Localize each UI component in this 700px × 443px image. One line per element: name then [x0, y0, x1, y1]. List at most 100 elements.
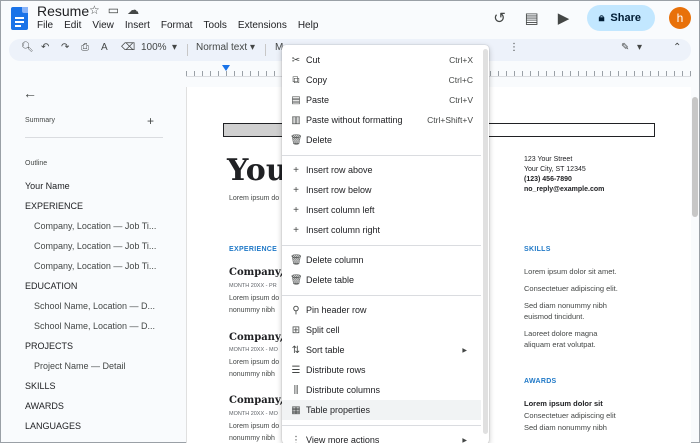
- move-folder-icon[interactable]: ▭: [108, 3, 119, 17]
- menu-item-cut[interactable]: ✂ Cut Ctrl+X: [282, 50, 481, 70]
- job-dates[interactable]: MONTH 20XX - MO: [229, 411, 278, 417]
- job-dates[interactable]: MONTH 20XX - MO: [229, 347, 278, 353]
- skill-line[interactable]: aliquam erat volutpat.: [524, 340, 664, 350]
- document-title[interactable]: Resume: [37, 3, 89, 19]
- address-line[interactable]: 123 Your Street: [524, 155, 572, 165]
- menu-item-insert-col-left[interactable]: + Insert column left: [282, 200, 481, 220]
- print-icon[interactable]: ⎙: [81, 42, 89, 53]
- outline-item[interactable]: Your Name: [25, 181, 70, 191]
- phone[interactable]: (123) 456-7890: [524, 175, 572, 185]
- job-desc-line[interactable]: nonummy nibh: [229, 305, 289, 316]
- outline-item[interactable]: EDUCATION: [25, 281, 77, 291]
- top-right-actions: ↺ ▤ ▶ 🔒︎ Share h: [491, 5, 691, 31]
- outline-item[interactable]: AWARDS: [25, 401, 64, 411]
- menu-file[interactable]: File: [37, 20, 53, 31]
- address-line[interactable]: Your City, ST 12345: [524, 165, 586, 175]
- menu-item-view-more-actions[interactable]: ⋮ View more actions ▶: [282, 430, 481, 443]
- skill-line[interactable]: Laoreet dolore magna: [524, 329, 664, 339]
- job-desc-line[interactable]: Lorem ipsum do: [229, 293, 289, 304]
- undo-icon[interactable]: ↶: [41, 42, 49, 53]
- menu-item-delete[interactable]: 🗑︎ Delete: [282, 130, 481, 150]
- style-select[interactable]: Normal text: [196, 42, 247, 53]
- collapse-toolbar-icon[interactable]: ⌃: [673, 42, 681, 53]
- menu-item-distribute-columns[interactable]: ⫼ Distribute columns: [282, 380, 481, 400]
- outline-item[interactable]: Project Name — Detail: [34, 361, 126, 371]
- history-icon[interactable]: ↺: [491, 9, 509, 27]
- menu-item-table-properties[interactable]: ▦ Table properties: [282, 400, 481, 420]
- job-desc-line[interactable]: nonummy nibh: [229, 433, 289, 443]
- skill-line[interactable]: Consectetuer adipiscing elit.: [524, 284, 664, 294]
- cell-selection: [224, 124, 284, 136]
- paint-format-icon[interactable]: ⌫: [121, 42, 135, 53]
- outline-item[interactable]: LANGUAGES: [25, 421, 81, 431]
- menu-item-distribute-rows[interactable]: ☰ Distribute rows: [282, 360, 481, 380]
- skills-heading[interactable]: SKILLS: [524, 246, 551, 253]
- menu-item-insert-row-above[interactable]: + Insert row above: [282, 160, 481, 180]
- skill-line[interactable]: euismod tincidunt.: [524, 312, 664, 322]
- awards-heading[interactable]: AWARDS: [524, 378, 557, 385]
- back-arrow-icon[interactable]: ←: [23, 85, 37, 101]
- outline-item[interactable]: Company, Location — Job Ti...: [34, 261, 156, 271]
- cloud-saved-icon[interactable]: ☁: [127, 3, 139, 17]
- plus-icon: +: [293, 164, 299, 176]
- job-desc-line[interactable]: Lorem ipsum do: [229, 357, 289, 368]
- award-line[interactable]: Sed diam nonummy nibh: [524, 423, 664, 433]
- menu-scrollbar[interactable]: [483, 49, 488, 434]
- more-options-icon[interactable]: ⋮: [509, 42, 519, 53]
- menu-insert[interactable]: Insert: [125, 20, 150, 31]
- context-menu: ✂ Cut Ctrl+X ⧉ Copy Ctrl+C ▤ Paste Ctrl+…: [282, 45, 489, 443]
- star-icon[interactable]: ☆: [89, 3, 100, 17]
- menu-divider: [282, 155, 481, 156]
- menu-item-label: Insert row below: [306, 185, 372, 195]
- zoom-select[interactable]: 100%: [141, 42, 167, 53]
- page-scrollbar[interactable]: [691, 77, 699, 439]
- skill-line[interactable]: Lorem ipsum dolor sit amet.: [524, 267, 664, 277]
- edit-mode-icon[interactable]: ✎: [621, 42, 629, 53]
- docs-logo-icon[interactable]: [11, 7, 28, 30]
- experience-heading[interactable]: EXPERIENCE: [229, 246, 277, 253]
- job-dates[interactable]: MONTH 20XX - PR: [229, 283, 277, 289]
- outline-item[interactable]: EXPERIENCE: [25, 201, 83, 211]
- menu-item-label: View more actions: [306, 435, 380, 443]
- outline-item[interactable]: School Name, Location — D...: [34, 321, 155, 331]
- avatar[interactable]: h: [669, 7, 691, 29]
- menu-edit[interactable]: Edit: [64, 20, 81, 31]
- menu-item-split-cell[interactable]: ⊞ Split cell: [282, 320, 481, 340]
- search-menus-icon[interactable]: 🔍︎: [21, 42, 34, 53]
- skill-line[interactable]: Sed diam nonummy nibh: [524, 301, 664, 311]
- menu-item-insert-col-right[interactable]: + Insert column right: [282, 220, 481, 240]
- menu-tools[interactable]: Tools: [204, 20, 227, 31]
- outline-item[interactable]: PROJECTS: [25, 341, 73, 351]
- share-button[interactable]: 🔒︎ Share: [586, 5, 655, 31]
- menu-format[interactable]: Format: [161, 20, 193, 31]
- menu-view[interactable]: View: [92, 20, 114, 31]
- menu-item-copy[interactable]: ⧉ Copy Ctrl+C: [282, 70, 481, 90]
- spellcheck-icon[interactable]: A: [101, 42, 108, 53]
- menu-item-paste[interactable]: ▤ Paste Ctrl+V: [282, 90, 481, 110]
- job-desc-line[interactable]: Lorem ipsum do: [229, 421, 289, 432]
- job-desc-line[interactable]: nonummy nibh: [229, 369, 289, 380]
- add-summary-icon[interactable]: +: [147, 114, 154, 128]
- intro-text[interactable]: Lorem ipsum do: [229, 195, 279, 202]
- outline-item[interactable]: School Name, Location — D...: [34, 301, 155, 311]
- menu-help[interactable]: Help: [298, 20, 319, 31]
- menu-item-pin-header-row[interactable]: ⚲ Pin header row: [282, 300, 481, 320]
- menu-item-sort-table[interactable]: ⇅ Sort table ▶: [282, 340, 481, 360]
- menu-extensions[interactable]: Extensions: [238, 20, 287, 31]
- menu-item-paste-plain[interactable]: ▥ Paste without formatting Ctrl+Shift+V: [282, 110, 481, 130]
- redo-icon[interactable]: ↷: [61, 42, 69, 53]
- menu-item-delete-table[interactable]: 🗑︎ Delete table: [282, 270, 481, 290]
- more-vertical-icon: ⋮: [291, 434, 301, 443]
- menu-item-delete-column[interactable]: 🗑︎ Delete column: [282, 250, 481, 270]
- menu-item-insert-row-below[interactable]: + Insert row below: [282, 180, 481, 200]
- email[interactable]: no_reply@example.com: [524, 185, 604, 195]
- outline-item[interactable]: Company, Location — Job Ti...: [34, 241, 156, 251]
- outline-item[interactable]: Company, Location — Job Ti...: [34, 221, 156, 231]
- indent-marker[interactable]: [222, 65, 230, 71]
- scrollbar-thumb[interactable]: [692, 97, 698, 217]
- award-line[interactable]: Consectetuer adipiscing elit: [524, 411, 664, 421]
- award-line[interactable]: Lorem ipsum dolor sit: [524, 399, 664, 409]
- meet-icon[interactable]: ▶: [555, 9, 573, 27]
- comments-icon[interactable]: ▤: [523, 9, 541, 27]
- outline-item[interactable]: SKILLS: [25, 381, 56, 391]
